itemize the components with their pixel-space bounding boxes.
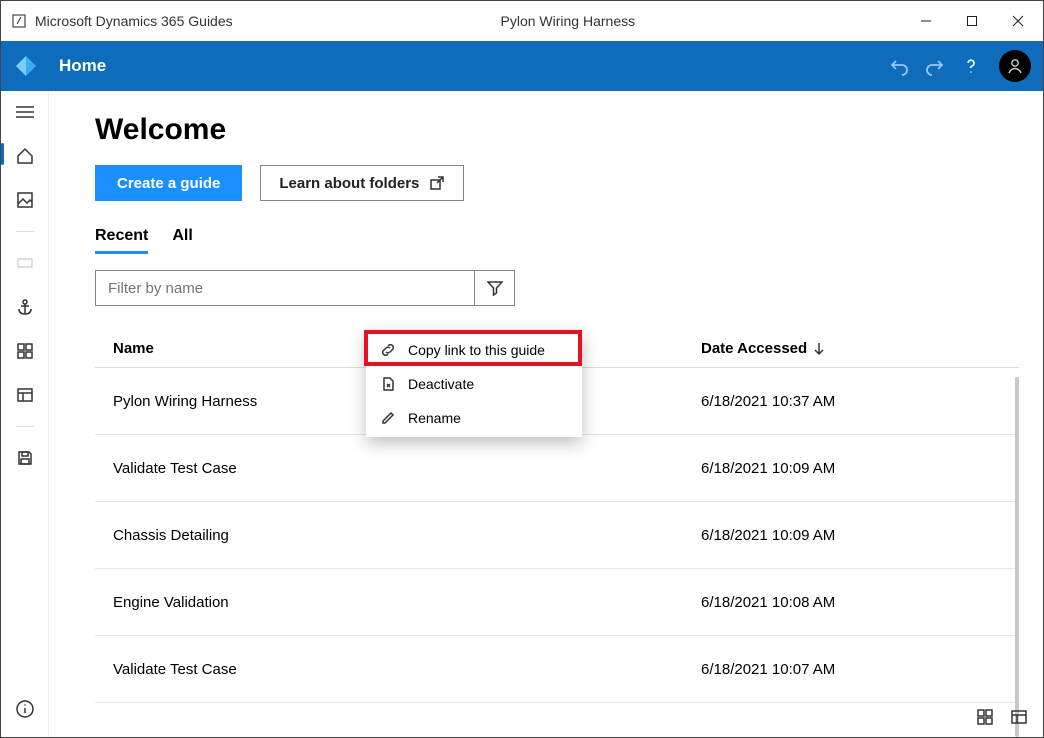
anchor-icon[interactable]	[9, 294, 41, 320]
pencil-icon	[380, 410, 396, 426]
external-link-icon	[429, 175, 445, 191]
minimize-button[interactable]	[903, 1, 949, 41]
window-controls	[903, 1, 1041, 41]
page-title: Welcome	[95, 113, 1019, 147]
nav-separator	[16, 231, 34, 232]
close-button[interactable]	[995, 1, 1041, 41]
document-x-icon	[380, 376, 396, 392]
help-button[interactable]	[953, 48, 989, 84]
home-icon[interactable]	[9, 143, 41, 169]
view-switch	[973, 705, 1031, 729]
grid-icon[interactable]	[9, 338, 41, 364]
titlebar: Microsoft Dynamics 365 Guides Pylon Wiri…	[1, 1, 1043, 41]
user-avatar-button[interactable]	[999, 50, 1031, 82]
learn-folders-label: Learn about folders	[279, 175, 419, 192]
undo-button[interactable]	[881, 48, 917, 84]
sort-descending-icon	[813, 342, 825, 356]
create-guide-button[interactable]: Create a guide	[95, 165, 242, 201]
ribbon-header: Home	[1, 41, 1043, 91]
ctx-rename-label: Rename	[408, 410, 461, 426]
context-menu: Copy link to this guide Deactivate Renam…	[366, 331, 582, 437]
save-icon[interactable]	[9, 445, 41, 471]
left-nav	[1, 91, 49, 737]
tile-view-button[interactable]	[973, 705, 997, 729]
maximize-button[interactable]	[949, 1, 995, 41]
image-icon[interactable]	[9, 187, 41, 213]
table-scrollbar[interactable]	[1015, 377, 1019, 737]
tab-all[interactable]: All	[172, 227, 192, 254]
list-view-button[interactable]	[1007, 705, 1031, 729]
file-title: Pylon Wiring Harness	[233, 13, 903, 29]
ctx-deactivate-label: Deactivate	[408, 376, 474, 392]
row-name: Chassis Detailing	[113, 527, 701, 544]
column-date-label: Date Accessed	[701, 340, 807, 357]
redo-button[interactable]	[917, 48, 953, 84]
app-logo-icon	[1, 41, 51, 91]
info-icon[interactable]	[9, 693, 41, 725]
table-row[interactable]: Validate Test Case6/18/2021 10:09 AM	[95, 435, 1019, 502]
app-icon	[11, 13, 27, 29]
row-name: Validate Test Case	[113, 460, 701, 477]
card-icon[interactable]	[9, 250, 41, 276]
column-date[interactable]: Date Accessed	[701, 340, 1001, 357]
ctx-rename[interactable]: Rename	[366, 401, 582, 435]
learn-folders-button[interactable]: Learn about folders	[260, 165, 464, 201]
ctx-copy-link-label: Copy link to this guide	[408, 342, 545, 358]
home-label[interactable]: Home	[59, 56, 106, 76]
tab-recent[interactable]: Recent	[95, 227, 148, 254]
row-date: 6/18/2021 10:08 AM	[701, 594, 1001, 611]
ctx-copy-link[interactable]: Copy link to this guide	[366, 333, 582, 367]
link-icon	[380, 342, 396, 358]
table-row[interactable]: Validate Test Case6/18/2021 10:07 AM	[95, 636, 1019, 703]
ctx-deactivate[interactable]: Deactivate	[366, 367, 582, 401]
row-date: 6/18/2021 10:09 AM	[701, 460, 1001, 477]
panel-icon[interactable]	[9, 382, 41, 408]
filter-box	[95, 270, 515, 306]
row-date: 6/18/2021 10:09 AM	[701, 527, 1001, 544]
row-date: 6/18/2021 10:37 AM	[701, 393, 1001, 410]
row-date: 6/18/2021 10:07 AM	[701, 661, 1001, 678]
table-row[interactable]: Engine Validation6/18/2021 10:08 AM	[95, 569, 1019, 636]
filter-icon[interactable]	[474, 271, 514, 305]
row-name: Engine Validation	[113, 594, 701, 611]
nav-separator	[16, 426, 34, 427]
hamburger-icon[interactable]	[9, 99, 41, 125]
nav-active-indicator	[1, 143, 4, 165]
app-title: Microsoft Dynamics 365 Guides	[35, 13, 233, 29]
table-row[interactable]: Chassis Detailing6/18/2021 10:09 AM	[95, 502, 1019, 569]
row-name: Validate Test Case	[113, 661, 701, 678]
filter-input[interactable]	[96, 271, 474, 305]
